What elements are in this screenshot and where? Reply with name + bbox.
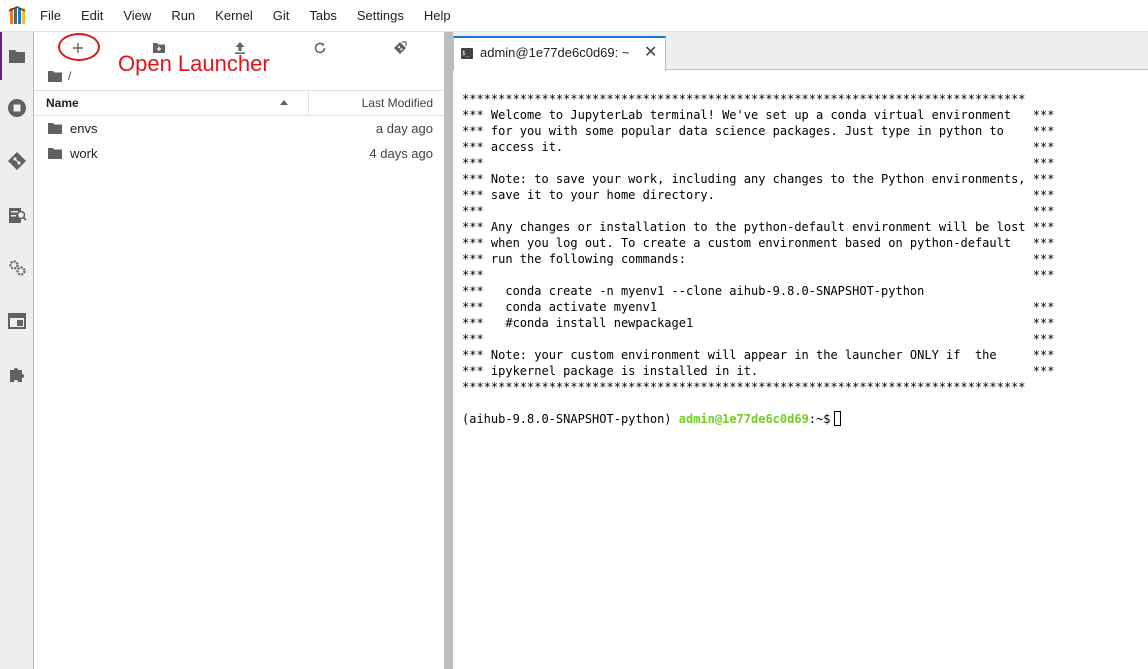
activity-bar bbox=[0, 32, 34, 669]
file-list-header: Name Last Modified bbox=[34, 90, 444, 116]
folder-icon[interactable] bbox=[6, 45, 28, 67]
active-indicator bbox=[0, 32, 2, 80]
terminal-line: *** *** bbox=[462, 204, 1055, 218]
extension-settings-icon[interactable] bbox=[6, 257, 28, 279]
menu-bar: File Edit View Run Kernel Git Tabs Setti… bbox=[0, 0, 1148, 32]
terminal-line: *** Any changes or installation to the p… bbox=[462, 220, 1055, 234]
sort-ascending-icon bbox=[280, 100, 288, 105]
terminal-prompt[interactable]: (aihub-9.8.0-SNAPSHOT-python) admin@1e77… bbox=[462, 411, 1148, 427]
menu-settings[interactable]: Settings bbox=[347, 0, 414, 32]
menu-edit[interactable]: Edit bbox=[71, 0, 113, 32]
list-item[interactable]: work 4 days ago bbox=[34, 141, 444, 166]
terminal-icon: $_ bbox=[461, 48, 473, 59]
item-modified: 4 days ago bbox=[369, 146, 433, 161]
column-name-header[interactable]: Name bbox=[46, 91, 79, 116]
menu-git[interactable]: Git bbox=[263, 0, 300, 32]
highlight-circle bbox=[58, 33, 100, 61]
terminal-line: *** access it. *** bbox=[462, 140, 1055, 154]
terminal-line: ****************************************… bbox=[462, 380, 1026, 394]
extension-manager-icon[interactable] bbox=[6, 363, 28, 385]
prompt-suffix: :~$ bbox=[808, 412, 831, 426]
tab-title: admin@1e77de6c0d69: ~ bbox=[480, 45, 630, 60]
jupyter-logo-icon bbox=[6, 5, 28, 27]
tab-terminal[interactable]: $_ admin@1e77de6c0d69: ~ ✕ bbox=[453, 36, 666, 71]
terminal-line: *** save it to your home directory. *** bbox=[462, 188, 1055, 202]
breadcrumb: / bbox=[48, 68, 71, 84]
menu-tabs[interactable]: Tabs bbox=[299, 0, 346, 32]
column-modified-header[interactable]: Last Modified bbox=[362, 91, 433, 116]
menu-run[interactable]: Run bbox=[161, 0, 205, 32]
terminal-line: *** run the following commands: *** bbox=[462, 252, 1055, 266]
column-divider[interactable] bbox=[308, 91, 309, 116]
tab-bar: $_ admin@1e77de6c0d69: ~ ✕ bbox=[453, 32, 1148, 71]
terminal-line: *** ipykernel package is installed in it… bbox=[462, 364, 1055, 378]
terminal-line: *** #conda install newpackage1 *** bbox=[462, 316, 1055, 330]
menu-view[interactable]: View bbox=[113, 0, 161, 32]
breadcrumb-folder-icon[interactable] bbox=[48, 70, 62, 82]
terminal-line: *** *** bbox=[462, 332, 1055, 346]
main-area: $_ admin@1e77de6c0d69: ~ ✕ *************… bbox=[453, 32, 1148, 669]
menu-kernel[interactable]: Kernel bbox=[205, 0, 263, 32]
item-name: envs bbox=[70, 121, 98, 136]
terminal-line: *** Note: your custom environment will a… bbox=[462, 348, 1055, 362]
terminal-line: *** for you with some popular data scien… bbox=[462, 124, 1055, 138]
terminal-line: *** Note: to save your work, including a… bbox=[462, 172, 1055, 186]
terminal-line: *** Welcome to JupyterLab terminal! We'v… bbox=[462, 108, 1055, 122]
terminal-line: *** when you log out. To create a custom… bbox=[462, 236, 1055, 250]
property-inspector-icon[interactable] bbox=[6, 204, 28, 226]
open-launcher-annotation: Open Launcher bbox=[118, 51, 270, 76]
terminal-line: *** *** bbox=[462, 268, 1055, 282]
terminal-cursor bbox=[834, 411, 842, 426]
tabs-icon[interactable] bbox=[6, 310, 28, 332]
file-browser: Open Launcher / Name Last Modified envs … bbox=[34, 32, 444, 669]
file-list: envs a day ago work 4 days ago bbox=[34, 116, 444, 166]
folder-icon bbox=[48, 123, 62, 134]
terminal-line: *** conda activate myenv1 *** bbox=[462, 300, 1055, 314]
menu-items: File Edit View Run Kernel Git Tabs Setti… bbox=[30, 0, 461, 32]
terminal-line: *** conda create -n myenv1 --clone aihub… bbox=[462, 284, 925, 298]
breadcrumb-root[interactable]: / bbox=[68, 69, 71, 83]
terminal-output[interactable]: ****************************************… bbox=[453, 71, 1148, 669]
menu-file[interactable]: File bbox=[30, 0, 71, 32]
prompt-user: admin@1e77de6c0d69 bbox=[678, 412, 809, 426]
terminal-line: *** *** bbox=[462, 156, 1055, 170]
close-icon[interactable]: ✕ bbox=[644, 38, 657, 68]
git-clone-icon[interactable] bbox=[385, 37, 415, 59]
list-item[interactable]: envs a day ago bbox=[34, 116, 444, 141]
item-modified: a day ago bbox=[375, 121, 433, 136]
menu-help[interactable]: Help bbox=[414, 0, 461, 32]
item-name: work bbox=[70, 146, 98, 161]
file-browser-toolbar: Open Launcher bbox=[34, 32, 444, 76]
git-icon[interactable] bbox=[6, 150, 28, 172]
running-sessions-icon[interactable] bbox=[6, 97, 28, 119]
folder-icon bbox=[48, 148, 62, 159]
refresh-icon[interactable] bbox=[305, 37, 335, 59]
panel-splitter[interactable] bbox=[444, 32, 453, 669]
prompt-env: (aihub-9.8.0-SNAPSHOT-python) bbox=[462, 412, 679, 426]
terminal-line: ****************************************… bbox=[462, 92, 1026, 106]
